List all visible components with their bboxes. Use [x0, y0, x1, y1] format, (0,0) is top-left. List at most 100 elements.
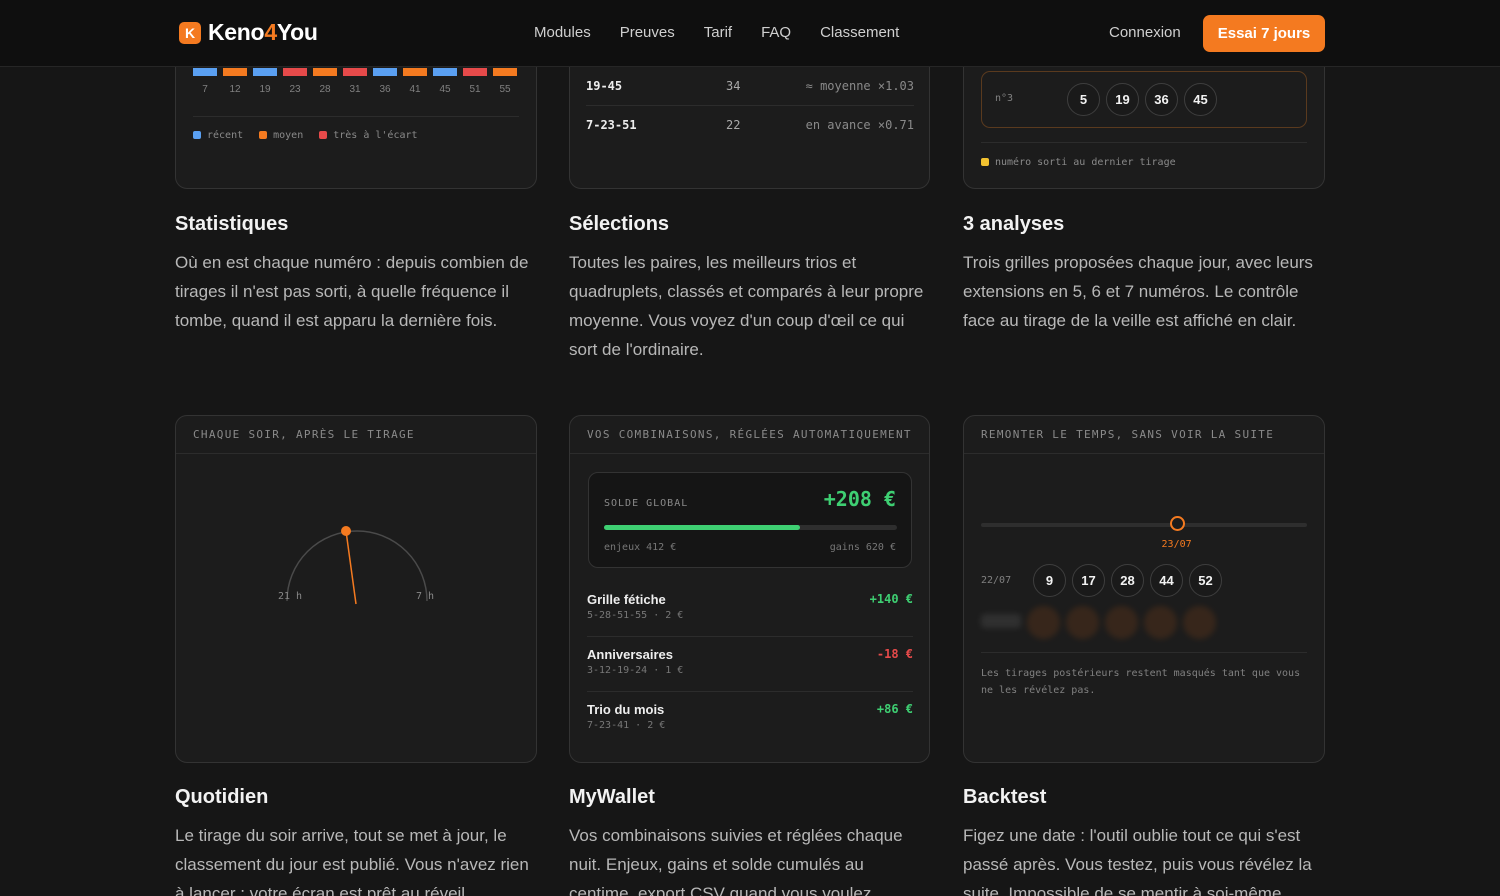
feature-description: Le tirage du soir arrive, tout se met à … — [175, 826, 529, 896]
nav-link-tarif[interactable]: Tarif — [704, 24, 732, 41]
number-ball: 19 — [1106, 83, 1139, 116]
highlight-dot-icon — [981, 158, 989, 166]
analysis-balls: 5 19 36 45 — [1067, 83, 1217, 116]
balance-label: SOLDE GLOBAL — [604, 498, 689, 509]
wallet-entry-amount: +86 € — [876, 702, 913, 716]
divider — [981, 652, 1307, 653]
masked-draw-row — [981, 606, 1216, 639]
tick-label: 7 — [202, 84, 208, 95]
draw-balls: 9 17 28 44 52 — [1033, 564, 1222, 597]
feature-description: Figez une date : l'outil oublie tout ce … — [963, 826, 1312, 896]
frequency-bar — [463, 68, 487, 76]
clock-gauge — [286, 526, 428, 605]
selection-compare: ≈ moyenne ×1.03 — [805, 79, 914, 93]
tick-label: 45 — [439, 84, 451, 95]
selection-count: 34 — [726, 79, 741, 93]
selection-combo: 19-45 — [586, 79, 623, 93]
wallet-entry-name: Anniversaires — [587, 647, 673, 662]
tick-label: 12 — [229, 84, 241, 95]
tick-label: 36 — [379, 84, 391, 95]
frequency-bar — [373, 68, 397, 76]
brand-logo[interactable]: K Keno4You — [179, 19, 318, 46]
feature-description: Toutes les paires, les meilleurs trios e… — [569, 253, 924, 359]
wallet-entry-amount: +140 € — [869, 592, 913, 606]
trial-button[interactable]: Essai 7 jours — [1203, 15, 1325, 52]
wallet-entry-name: Trio du mois — [587, 702, 665, 717]
nav-link-preuves[interactable]: Preuves — [620, 24, 675, 41]
frequency-bar — [223, 68, 247, 76]
frequency-bar — [493, 68, 517, 76]
feature-title: Statistiques — [175, 213, 289, 235]
nav-link-faq[interactable]: FAQ — [761, 24, 791, 41]
number-ball: 28 — [1111, 564, 1144, 597]
selection-row: 7-23-51 22 en avance ×0.71 — [586, 106, 914, 144]
feature-title: Backtest — [963, 786, 1047, 808]
frequency-bars — [193, 68, 517, 76]
balance-progress-fill — [604, 525, 801, 530]
stakes-total: enjeux 412 € — [604, 542, 677, 553]
tick-label: 41 — [409, 84, 421, 95]
wallet-entry-amount: -18 € — [876, 647, 913, 661]
gauge-end-label: 7 h — [416, 591, 435, 602]
main-nav: Modules Preuves Tarif FAQ Classement — [534, 24, 899, 41]
tick-label: 23 — [289, 84, 301, 95]
number-ball: 45 — [1184, 83, 1217, 116]
balance-value: +208 € — [823, 487, 896, 511]
date-slider-handle[interactable] — [1169, 516, 1185, 531]
draw-date: 22/07 — [981, 575, 1012, 586]
frequency-bar — [193, 68, 217, 76]
number-ball: 44 — [1150, 564, 1183, 597]
wallet-entry-detail: 5-28-51-55 · 2 € — [587, 610, 684, 621]
gauge-knob — [341, 526, 351, 536]
feature-description: Où en est chaque numéro : depuis combien… — [175, 253, 529, 330]
divider — [193, 116, 519, 117]
gains-total: gains 620 € — [829, 542, 896, 553]
legend-medium: moyen — [259, 130, 303, 141]
top-navigation-bar: K Keno4You Modules Preuves Tarif FAQ Cla… — [0, 0, 1500, 67]
feature-description: Trois grilles proposées chaque jour, ave… — [963, 253, 1313, 330]
number-ball: 17 — [1072, 564, 1105, 597]
wallet-entry[interactable]: Anniversaires 3-12-19-24 · 1 € -18 € — [587, 637, 913, 692]
feature-title: 3 analyses — [963, 213, 1065, 235]
selection-combo: 7-23-51 — [586, 118, 637, 132]
date-slider-track[interactable]: 23/07 — [981, 516, 1307, 550]
nav-link-classement[interactable]: Classement — [820, 24, 899, 41]
frequency-bar — [343, 68, 367, 76]
wallet-entry-detail: 7-23-41 · 2 € — [587, 720, 666, 731]
frequency-bar — [403, 68, 427, 76]
nav-link-modules[interactable]: Modules — [534, 24, 591, 41]
number-ball: 5 — [1067, 83, 1100, 116]
login-link[interactable]: Connexion — [1109, 24, 1181, 41]
number-ticks: 7 12 19 23 28 31 36 41 45 51 55 — [193, 84, 517, 95]
daily-preview-card: CHAQUE SOIR, APRÈS LE TIRAGE 21 h 7 h — [175, 415, 537, 763]
tick-label: 19 — [259, 84, 271, 95]
wallet-entry[interactable]: Trio du mois 7-23-41 · 2 € +86 € — [587, 692, 913, 747]
balance-panel: SOLDE GLOBAL +208 € enjeux 412 € gains 6… — [588, 472, 912, 568]
selection-compare: en avance ×0.71 — [805, 118, 914, 132]
tick-label: 51 — [469, 84, 481, 95]
tick-label: 31 — [349, 84, 361, 95]
analysis-row-label: n°3 — [995, 93, 1014, 104]
wallet-entry-detail: 3-12-19-24 · 1 € — [587, 665, 684, 676]
frequency-bar — [283, 68, 307, 76]
number-ball: 52 — [1189, 564, 1222, 597]
stats-legend: récent moyen très à l'écart — [193, 130, 418, 141]
gauge-needle — [345, 530, 357, 605]
number-ball: 9 — [1033, 564, 1066, 597]
card-header: VOS COMBINAISONS, RÉGLÉES AUTOMATIQUEMEN… — [570, 416, 929, 454]
wallet-entry[interactable]: Grille fétiche 5-28-51-55 · 2 € +140 € — [587, 582, 913, 637]
card-header: REMONTER LE TEMPS, SANS VOIR LA SUITE — [964, 416, 1324, 454]
divider — [981, 142, 1307, 143]
frequency-bar — [253, 68, 277, 76]
wallet-preview-card: VOS COMBINAISONS, RÉGLÉES AUTOMATIQUEMEN… — [569, 415, 930, 763]
feature-title: Sélections — [569, 213, 670, 235]
tick-label: 55 — [499, 84, 511, 95]
balance-progress-track — [604, 525, 897, 530]
slider-date-label: 23/07 — [1161, 539, 1192, 550]
backtest-preview-card: REMONTER LE TEMPS, SANS VOIR LA SUITE 23… — [963, 415, 1325, 763]
number-ball: 36 — [1145, 83, 1178, 116]
feature-description: Vos combinaisons suivies et réglées chaq… — [569, 826, 903, 896]
feature-title: Quotidien — [175, 786, 269, 808]
brand-name: Keno4You — [208, 19, 318, 45]
logo-mark-icon: K — [179, 21, 201, 44]
